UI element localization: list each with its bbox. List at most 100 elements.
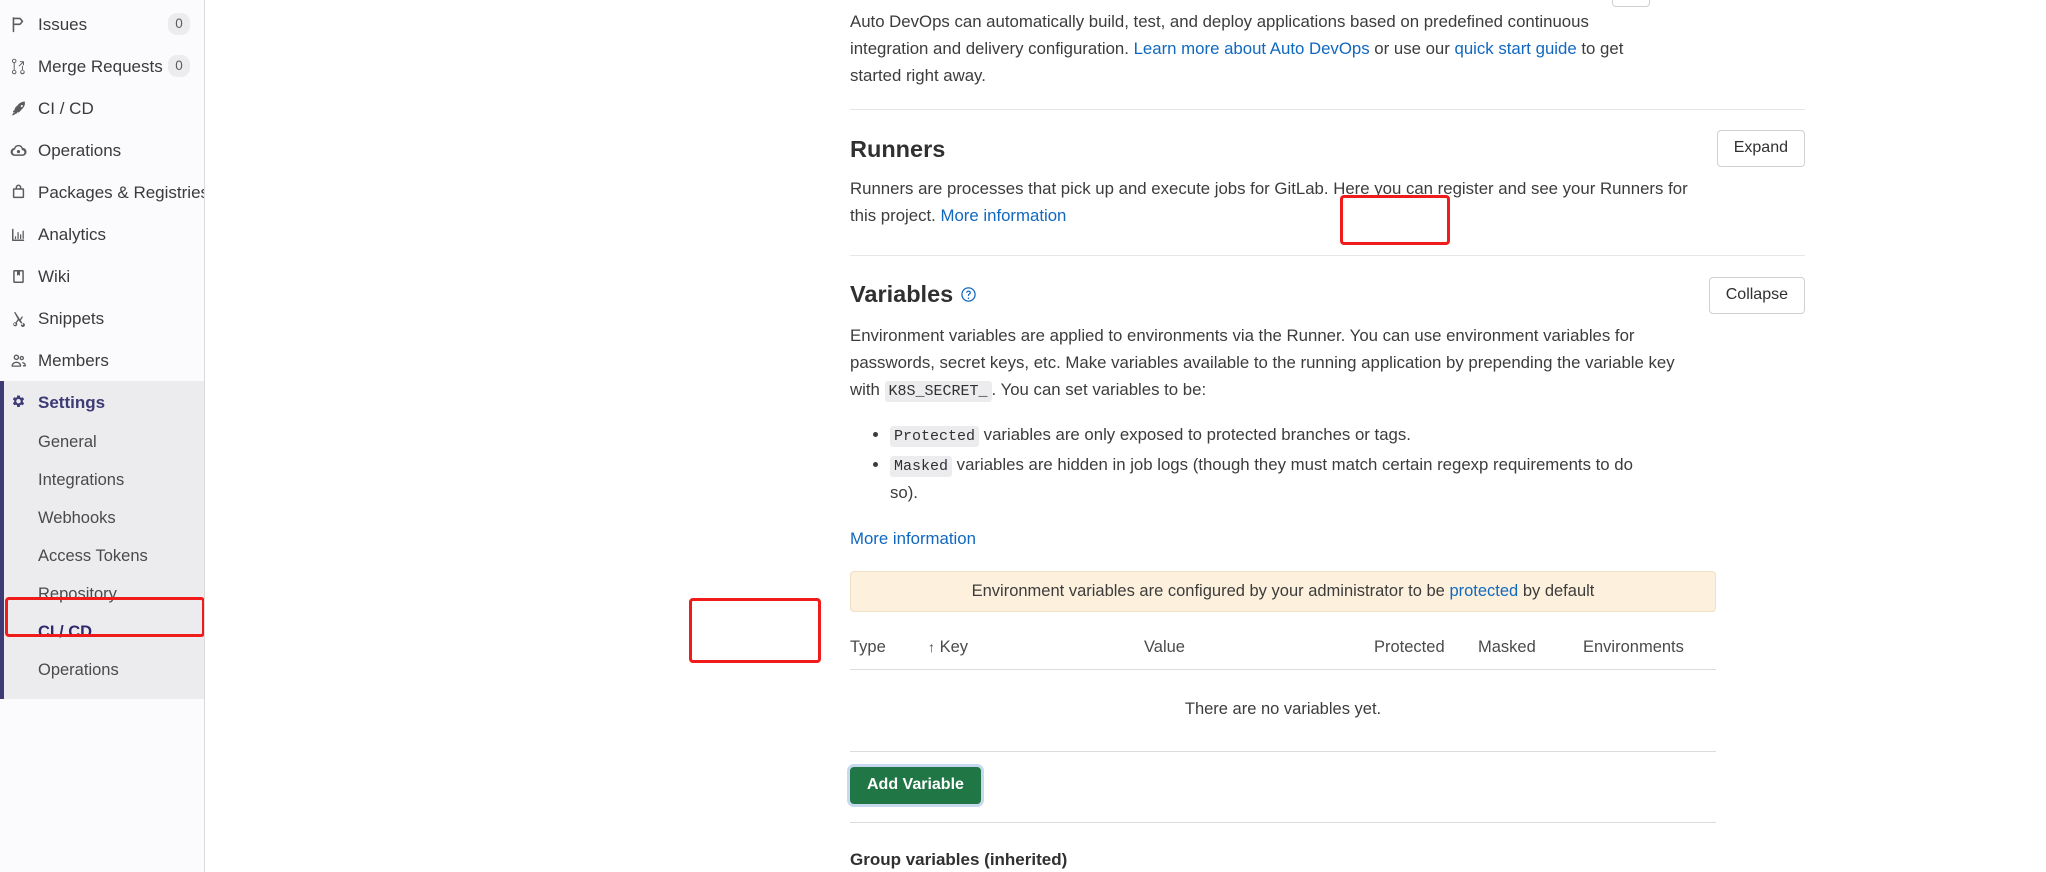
runners-header: Runners Expand [850,129,1805,167]
sidebar-item-wiki[interactable]: Wiki [0,255,204,297]
subnav-label: CI / CD [38,622,93,641]
bullet-masked-text: variables are hidden in job logs (though… [890,455,1633,503]
col-header-key-label: Key [939,637,969,656]
masked-code: Masked [890,456,953,478]
col-header-key[interactable]: ↑ Key [928,625,1144,670]
col-header-type[interactable]: Type [850,625,928,670]
gitlab-cicd-settings-page: Issues 0 Merge Requests 0 CI / CD Operat… [0,0,2046,872]
alert-text-2: by default [1518,581,1595,600]
sidebar-item-ci-cd[interactable]: CI / CD [0,87,204,129]
settings-sections: Auto DevOps can automatically build, tes… [850,0,1805,872]
sidebar-item-issues[interactable]: Issues 0 [0,3,204,45]
sidebar-subitem-repository[interactable]: Repository [4,575,204,613]
settings-subnav: General Integrations Webhooks Access Tok… [4,423,204,699]
variables-more-information-link[interactable]: More information [850,529,976,548]
sidebar-item-label: Settings [38,392,106,412]
variables-description: Environment variables are applied to env… [850,322,1700,405]
package-icon [10,184,36,201]
auto-devops-expand-button[interactable] [1611,0,1650,7]
variables-more-info: More information [850,525,1650,552]
sidebar-item-label: Packages & Registries [38,182,205,202]
users-icon [10,352,36,369]
col-header-value[interactable]: Value [1144,625,1374,670]
merge-requests-icon [10,58,36,75]
group-variables-title: Group variables (inherited) [850,849,1068,869]
sidebar-item-label: Members [38,350,109,370]
alert-text-1: Environment variables are configured by … [971,581,1450,600]
runners-more-information-link[interactable]: More information [940,206,1066,225]
variables-title: Variables [850,281,977,308]
variables-table-header-row: Type ↑ Key Value Protected Masked Enviro… [850,625,1716,670]
sidebar-item-snippets[interactable]: Snippets [0,297,204,339]
gear-icon [10,394,36,411]
sidebar-item-merge-requests[interactable]: Merge Requests 0 [0,45,204,87]
quick-start-guide-link[interactable]: quick start guide [1455,39,1577,58]
auto-devops-description: Auto DevOps can automatically build, tes… [850,0,1660,90]
variables-section: Variables Collapse Environment variables… [850,277,1805,823]
learn-more-auto-devops-link[interactable]: Learn more about Auto DevOps [1134,39,1370,58]
runners-expand-button[interactable]: Expand [1716,129,1805,167]
variables-table: Type ↑ Key Value Protected Masked Enviro… [850,625,1716,752]
main-content: Auto DevOps can automatically build, tes… [205,0,2046,872]
col-header-masked[interactable]: Masked [1478,625,1583,670]
sidebar-item-operations[interactable]: Operations [0,129,204,171]
book-icon [10,268,36,285]
sidebar-item-label: Wiki [38,266,71,286]
sidebar-item-label: Issues [38,14,88,34]
sort-ascending-icon: ↑ [928,638,935,655]
section-divider-2 [850,255,1805,257]
add-variable-button[interactable]: Add Variable [850,766,981,804]
protected-code: Protected [890,425,980,447]
sidebar-settings-group: Settings General Integrations Webhooks A… [0,381,204,699]
sidebar-item-label: CI / CD [38,98,94,118]
project-sidebar: Issues 0 Merge Requests 0 CI / CD Operat… [0,0,205,872]
variables-title-text: Variables [850,281,954,308]
k8s-secret-code: K8S_SECRET_ [884,381,992,403]
sidebar-subitem-integrations[interactable]: Integrations [4,461,204,499]
alert-protected-link[interactable]: protected [1449,582,1518,600]
merge-requests-count-badge: 0 [168,54,190,78]
sidebar-subitem-ci-cd[interactable]: CI / CD [4,613,204,651]
add-variable-row: Add Variable [850,752,1716,823]
sidebar-item-label: Snippets [38,308,105,328]
variables-desc-2: . You can set variables to be: [991,380,1207,400]
subnav-label: Access Tokens [38,546,148,565]
subnav-label: Integrations [38,470,125,489]
chart-icon [10,226,36,243]
subnav-label: Operations [38,660,119,679]
col-header-protected[interactable]: Protected [1374,625,1478,670]
auto-devops-section: Auto DevOps can automatically build, tes… [850,0,1805,110]
annotation-box-add-variable [689,598,821,663]
subnav-label: General [38,432,97,451]
bullet-protected: Protected variables are only exposed to … [890,421,1650,449]
runners-description: Runners are processes that pick up and e… [850,175,1715,229]
issues-count-badge: 0 [168,12,190,36]
sidebar-item-label: Operations [38,140,122,160]
variables-collapse-button[interactable]: Collapse [1708,277,1805,315]
scissors-icon [10,310,36,327]
rocket-icon [10,100,36,117]
sidebar-subitem-operations[interactable]: Operations [4,651,204,689]
runners-section: Runners Expand Runners are processes tha… [850,129,1805,257]
sidebar-item-packages-registries[interactable]: Packages & Registries [0,171,204,213]
sidebar-item-label: Merge Requests [38,56,163,76]
auto-devops-text-mid: or use our [1369,39,1455,59]
question-circle-icon[interactable] [960,286,977,303]
sidebar-item-analytics[interactable]: Analytics [0,213,204,255]
bullet-masked: Masked variables are hidden in job logs … [890,451,1650,507]
runners-title: Runners [850,135,946,162]
issues-icon [10,16,36,33]
variables-empty-row: There are no variables yet. [850,669,1716,752]
subnav-label: Webhooks [38,508,116,527]
col-header-environments[interactable]: Environments [1583,625,1716,670]
sidebar-subitem-access-tokens[interactable]: Access Tokens [4,537,204,575]
sidebar-item-members[interactable]: Members [0,339,204,381]
variables-empty-message: There are no variables yet. [850,669,1716,752]
sidebar-item-settings[interactable]: Settings [4,381,204,423]
subnav-label: Repository [38,584,117,603]
sidebar-item-label: Analytics [38,224,107,244]
section-divider-1 [850,108,1805,110]
sidebar-subitem-webhooks[interactable]: Webhooks [4,499,204,537]
sidebar-subitem-general[interactable]: General [4,423,204,461]
variables-header: Variables Collapse [850,277,1805,315]
